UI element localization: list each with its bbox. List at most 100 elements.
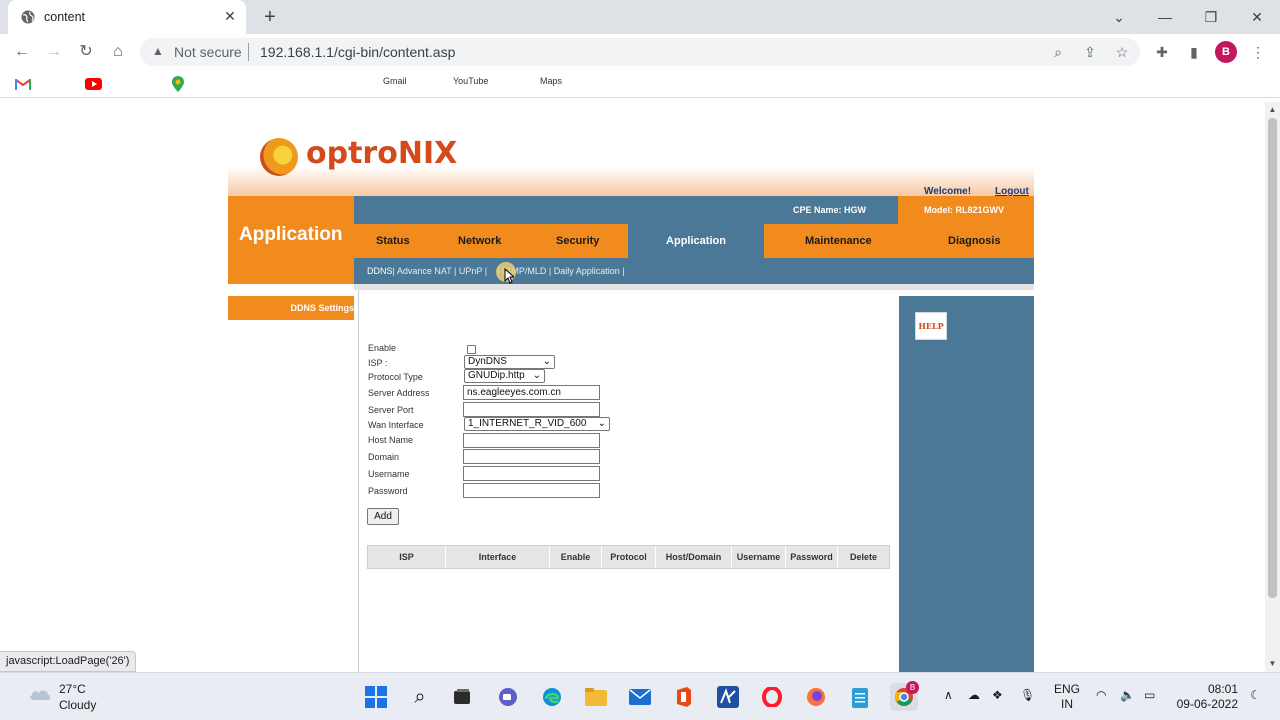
menu-application[interactable]: Application: [628, 224, 764, 258]
tray-overflow-icon[interactable]: ∧: [944, 688, 953, 702]
onedrive-icon[interactable]: ☁: [968, 688, 980, 702]
new-tab-button[interactable]: +: [259, 6, 281, 28]
logo-text: optroNIX: [306, 136, 458, 171]
start-icon[interactable]: [362, 683, 390, 711]
chevron-down-icon: ⌄: [597, 418, 606, 429]
security-label: Not secure: [174, 44, 242, 60]
browser-tab[interactable]: content ✕: [8, 0, 246, 34]
forward-icon[interactable]: →: [43, 41, 65, 63]
browser-toolbar: ← → ↻ ⌂ ▲ Not secure 192.168.1.1/cgi-bin…: [0, 34, 1280, 70]
cloud-icon: [30, 690, 51, 700]
edge-icon[interactable]: [538, 683, 566, 711]
menu-kebab-icon[interactable]: ⋮: [1247, 41, 1269, 63]
back-icon[interactable]: ←: [11, 41, 33, 63]
sub-menu: DDNS| Advance NAT | UPnP | | IGMP/MLD | …: [354, 258, 1034, 284]
bookmark-star-icon[interactable]: ☆: [1111, 41, 1133, 63]
opera-icon[interactable]: [758, 683, 786, 711]
menu-maintenance[interactable]: Maintenance: [805, 235, 872, 247]
link-status-bar: javascript:LoadPage('26'): [0, 651, 137, 672]
battery-icon[interactable]: ▭: [1144, 688, 1155, 702]
chrome-taskbar-icon[interactable]: B: [890, 681, 919, 711]
browser-tab-strip: content ✕ + ⌄ — ❐ ✕: [0, 0, 1280, 34]
server-port-input[interactable]: [463, 402, 600, 417]
chevron-down-icon: ⌄: [532, 370, 541, 381]
optronix-logo: optroNIX: [260, 136, 480, 176]
col-isp: ISP: [368, 546, 446, 568]
help-button[interactable]: HELP: [915, 312, 947, 340]
task-view-icon[interactable]: [448, 683, 476, 711]
host-name-label: Host Name: [368, 435, 414, 445]
host-name-input[interactable]: [463, 433, 600, 448]
language-indicator[interactable]: ENG IN: [1054, 682, 1080, 712]
menu-network[interactable]: Network: [458, 235, 501, 247]
wifi-icon[interactable]: ◠: [1096, 688, 1106, 702]
address-bar[interactable]: ▲ Not secure 192.168.1.1/cgi-bin/content…: [140, 38, 1140, 66]
tab-search-chevron-icon[interactable]: ⌄: [1108, 6, 1130, 28]
notepad-icon[interactable]: [846, 683, 874, 711]
share-icon[interactable]: ⇪: [1079, 41, 1101, 63]
main-menu: Status Network Security Application Main…: [354, 224, 1034, 258]
page-viewport: optroNIX Welcome! Logout Application CPE…: [0, 102, 1265, 672]
ddns-settings-tab[interactable]: DDNS Settings: [228, 296, 354, 320]
password-input[interactable]: [463, 483, 600, 498]
profile-avatar[interactable]: B: [1215, 41, 1237, 63]
minimize-icon[interactable]: —: [1154, 6, 1176, 28]
weather-condition[interactable]: Cloudy: [59, 698, 96, 712]
firefox-icon[interactable]: [802, 683, 830, 711]
bookmark-maps[interactable]: Maps: [172, 76, 562, 92]
col-interface: Interface: [446, 546, 550, 568]
notification-moon-icon[interactable]: ☾: [1250, 688, 1261, 702]
bookmark-youtube[interactable]: YouTube: [85, 76, 488, 92]
tab-close-icon[interactable]: ✕: [222, 8, 238, 24]
chevron-down-icon: ⌄: [542, 356, 551, 367]
submenu-ddns[interactable]: DDNS: [367, 266, 393, 276]
maths-app-icon[interactable]: [714, 683, 742, 711]
reload-icon[interactable]: ↻: [75, 41, 97, 63]
menu-diagnosis[interactable]: Diagnosis: [948, 235, 1001, 247]
zoom-icon[interactable]: ⌕: [1047, 41, 1069, 63]
window-close-icon[interactable]: ✕: [1246, 6, 1268, 28]
file-explorer-icon[interactable]: [582, 683, 610, 711]
office-icon[interactable]: [670, 683, 698, 711]
extensions-icon[interactable]: ✚: [1151, 41, 1173, 63]
isp-select-value: DynDNS: [468, 356, 507, 367]
warning-icon: ▲: [152, 44, 164, 58]
menu-status[interactable]: Status: [376, 235, 410, 247]
scroll-up-icon[interactable]: ▲: [1268, 106, 1277, 114]
address-separator: [248, 43, 249, 61]
system-clock[interactable]: 08:01 09-06-2022: [1175, 682, 1238, 712]
microphone-icon[interactable]: 🎙: [1020, 688, 1035, 702]
globe-icon: [21, 10, 35, 24]
model-bar: Model: RL821GWV: [898, 196, 1034, 224]
protocol-select-value: GNUDip.http: [468, 370, 525, 381]
menu-security[interactable]: Security: [556, 235, 599, 247]
teams-chat-icon[interactable]: [494, 683, 522, 711]
add-button[interactable]: Add: [367, 508, 399, 525]
protocol-label: Protocol Type: [368, 372, 423, 382]
scrollbar-thumb[interactable]: [1268, 118, 1277, 598]
volume-icon[interactable]: 🔈: [1120, 688, 1135, 702]
url-text[interactable]: 192.168.1.1/cgi-bin/content.asp: [260, 44, 455, 60]
bookmark-gmail[interactable]: Gmail: [15, 76, 407, 92]
dropbox-icon[interactable]: ❖: [992, 688, 1003, 702]
isp-label: ISP :: [368, 358, 388, 368]
wan-interface-select[interactable]: 1_INTERNET_R_VID_600 ⌄: [464, 417, 610, 431]
side-panel-icon[interactable]: ▮: [1183, 41, 1205, 63]
page-scrollbar[interactable]: ▲ ▼: [1265, 102, 1280, 672]
weather-temperature[interactable]: 27°C: [59, 682, 86, 696]
restore-icon[interactable]: ❐: [1200, 6, 1222, 28]
protocol-select[interactable]: GNUDip.http ⌄: [464, 369, 545, 383]
scroll-down-icon[interactable]: ▼: [1268, 660, 1277, 668]
home-icon[interactable]: ⌂: [107, 41, 129, 63]
enable-label: Enable: [368, 343, 397, 353]
domain-input[interactable]: [463, 449, 600, 464]
isp-select[interactable]: DynDNS ⌄: [464, 355, 555, 369]
enable-checkbox[interactable]: [467, 345, 476, 354]
search-icon[interactable]: ⌕: [406, 683, 434, 711]
server-address-input[interactable]: ns.eagleeyes.com.cn: [463, 385, 600, 400]
username-input[interactable]: [463, 466, 600, 481]
password-label: Password: [368, 486, 408, 496]
cpe-bar: CPE Name: HGW: [354, 196, 898, 224]
col-protocol: Protocol: [602, 546, 656, 568]
mail-icon[interactable]: [626, 683, 654, 711]
